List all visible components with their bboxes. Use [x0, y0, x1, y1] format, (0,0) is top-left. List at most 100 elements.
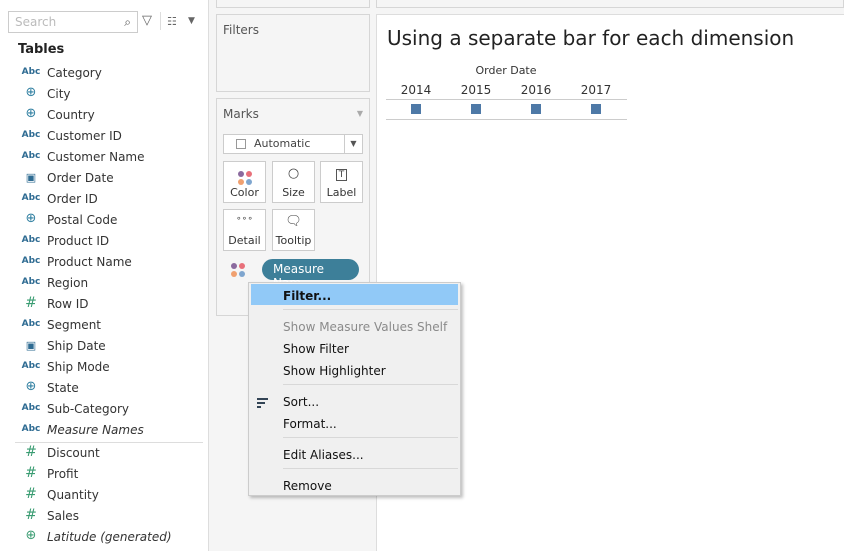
field-profit[interactable]: # Profit — [0, 464, 205, 485]
search-input[interactable]: Search ⌕ — [8, 11, 138, 33]
field-region[interactable]: Abc Region — [0, 273, 205, 294]
header-divider — [386, 99, 627, 100]
filters-title: Filters — [223, 23, 259, 37]
year-header-2017[interactable]: 2017 — [571, 83, 621, 97]
abc-icon: Abc — [21, 319, 41, 329]
menu-item-remove[interactable]: Remove — [283, 479, 332, 493]
field-label: City — [47, 87, 71, 101]
field-quantity[interactable]: # Quantity — [0, 485, 205, 506]
field-label: Segment — [47, 318, 101, 332]
field-label: Category — [47, 66, 102, 80]
filter-icon[interactable]: ▽ — [142, 13, 152, 28]
field-label: Product ID — [47, 234, 110, 248]
hash-icon: # — [25, 295, 37, 311]
detail-icon: ∘∘∘ — [236, 214, 253, 224]
menu-item-edit-aliases[interactable]: Edit Aliases... — [283, 448, 364, 462]
color-button[interactable]: Color — [223, 161, 266, 203]
field-label: Postal Code — [47, 213, 118, 227]
search-icon: ⌕ — [124, 15, 131, 29]
search-placeholder: Search — [15, 15, 57, 29]
marks-menu-icon[interactable]: ▼ — [357, 109, 363, 118]
menu-separator — [283, 468, 458, 469]
field-order-date[interactable]: ▣ Order Date — [0, 168, 205, 189]
field-label: Customer Name — [47, 150, 145, 164]
tooltip-button[interactable]: 🗨 Tooltip — [272, 209, 315, 251]
globe-icon: ⊕ — [25, 106, 37, 121]
field-label: Order ID — [47, 192, 98, 206]
marks-title: Marks — [223, 107, 259, 121]
field-label: Ship Mode — [47, 360, 110, 374]
chevron-down-icon[interactable]: ▼ — [188, 16, 195, 26]
size-button[interactable]: ○ Size — [272, 161, 315, 203]
field-latitude-generated[interactable]: ⊕ Latitude (generated) — [0, 527, 205, 548]
field-state[interactable]: ⊕ State — [0, 378, 205, 399]
field-label: Country — [47, 108, 95, 122]
menu-item-show-filter[interactable]: Show Filter — [283, 342, 349, 356]
mark-type-icon — [236, 139, 246, 149]
field-label: Row ID — [47, 297, 89, 311]
label-label: Label — [326, 186, 357, 199]
menu-item-show-measure-values-shelf: Show Measure Values Shelf — [283, 320, 448, 334]
globe-icon: ⊕ — [25, 379, 37, 394]
field-city[interactable]: ⊕ City — [0, 84, 205, 105]
abc-icon: Abc — [21, 277, 41, 287]
mark-2016[interactable] — [531, 104, 541, 114]
calendar-icon: ▣ — [25, 339, 37, 352]
field-order-id[interactable]: Abc Order ID — [0, 189, 205, 210]
field-category[interactable]: Abc Category — [0, 63, 205, 84]
mark-type-dropdown[interactable]: Automatic ▼ — [223, 134, 363, 154]
field-customer-name[interactable]: Abc Customer Name — [0, 147, 205, 168]
field-product-id[interactable]: Abc Product ID — [0, 231, 205, 252]
measure-names-pill[interactable]: Measure Nam.. — [262, 259, 359, 290]
year-header-2016[interactable]: 2016 — [511, 83, 561, 97]
field-ship-date[interactable]: ▣ Ship Date — [0, 336, 205, 357]
tooltip-label: Tooltip — [275, 234, 312, 247]
field-label: Sales — [47, 509, 79, 523]
field-postal-code[interactable]: ⊕ Postal Code — [0, 210, 205, 231]
mark-2015[interactable] — [471, 104, 481, 114]
row-divider — [386, 119, 627, 120]
field-sub-category[interactable]: Abc Sub-Category — [0, 399, 205, 420]
data-pane: Search ⌕ ▽ ☷ ▼ Tables Abc Category ⊕ City ⊕ C… — [0, 0, 209, 551]
menu-item-show-highlighter[interactable]: Show Highlighter — [283, 364, 386, 378]
field-country[interactable]: ⊕ Country — [0, 105, 205, 126]
menu-item-sort[interactable]: Sort... — [283, 395, 319, 409]
field-segment[interactable]: Abc Segment — [0, 315, 205, 336]
hash-icon: # — [25, 486, 37, 502]
pages-panel — [216, 0, 370, 8]
mark-type-value: Automatic — [254, 137, 311, 150]
chevron-down-icon[interactable]: ▼ — [344, 135, 362, 153]
field-measure-names[interactable]: Abc Measure Names — [0, 420, 205, 441]
field-customer-id[interactable]: Abc Customer ID — [0, 126, 205, 147]
menu-separator — [283, 309, 458, 310]
detail-button[interactable]: ∘∘∘ Detail — [223, 209, 266, 251]
hash-icon: # — [25, 465, 37, 481]
field-label: Quantity — [47, 488, 99, 502]
globe-icon: ⊕ — [25, 85, 37, 100]
mark-2014[interactable] — [411, 104, 421, 114]
mark-2017[interactable] — [591, 104, 601, 114]
list-view-icon[interactable]: ☷ — [167, 15, 177, 28]
menu-item-format[interactable]: Format... — [283, 417, 337, 431]
field-discount[interactable]: # Discount — [0, 443, 205, 464]
globe-icon: ⊕ — [25, 211, 37, 226]
menu-separator — [283, 384, 458, 385]
abc-icon: Abc — [21, 130, 41, 140]
field-sales[interactable]: # Sales — [0, 506, 205, 527]
label-button[interactable]: T Label — [320, 161, 363, 203]
menu-item-filter[interactable]: Filter... — [283, 289, 331, 303]
field-row-id[interactable]: # Row ID — [0, 294, 205, 315]
year-header-2015[interactable]: 2015 — [451, 83, 501, 97]
size-label: Size — [282, 186, 305, 199]
field-label: Profit — [47, 467, 79, 481]
filters-shelf[interactable]: Filters — [216, 14, 370, 92]
tooltip-icon: 🗨 — [285, 214, 302, 229]
field-ship-mode[interactable]: Abc Ship Mode — [0, 357, 205, 378]
column-header-order-date[interactable]: Order Date — [386, 64, 626, 77]
year-header-2014[interactable]: 2014 — [391, 83, 441, 97]
field-label: Sub-Category — [47, 402, 129, 416]
field-product-name[interactable]: Abc Product Name — [0, 252, 205, 273]
abc-icon: Abc — [21, 67, 41, 77]
hash-icon: # — [25, 507, 37, 523]
divider — [15, 442, 203, 443]
